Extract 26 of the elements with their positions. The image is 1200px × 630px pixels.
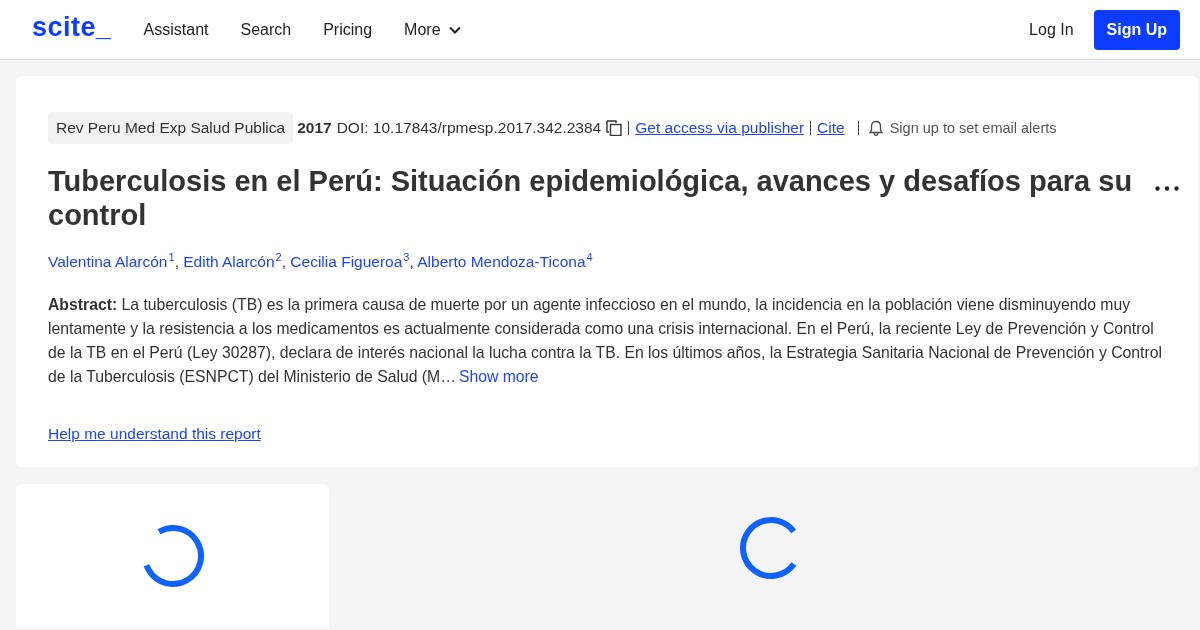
more-menu-button[interactable]: More [404, 20, 461, 39]
journal-name-tag: Rev Peru Med Exp Salud Publica [48, 112, 294, 144]
author-link[interactable]: Alberto Mendoza-Ticona$^{4}$ [417, 253, 593, 271]
author-link[interactable]: Valentina Alarcón$^{1}$ [48, 253, 175, 271]
abstract-text: Abstract: La tuberculosis (TB) es la primera causa de muerte por un agente infeccioso en el mundo, la incidencia en la población viene disminuyendo muy lentamente y la resistencia a los medicamentos es actualmente considerada como una crisis internacional. En el Perú, la reciente Ley de Prevención y Control de la TB en el Perú (Ley 30287), declara de interés nacional la lucha contra la TB. En los últimos años, la Estrategia Sanitaria Nacional de Prevención y Control de la Tuberculosis (ESNPCT) del Ministerio de Salud (M… Show more [48, 295, 1163, 388]
chevron-down-icon [448, 25, 461, 34]
author-link[interactable]: Edith Alarcón$^{2}$ [183, 253, 282, 271]
nav-link[interactable]: Pricing [323, 20, 373, 39]
author-list: Valentina Alarcón$^{1}$, Edith Alarcón$^{2}$, Cecilia Figueroa$^{3}$, Alberto Mendoza-Ticona$^{4}$ [48, 251, 1171, 272]
report-title: Tuberculosis en el Perú: Situación epidemiológica, avances y desafíos para su control [48, 164, 1134, 232]
author-link[interactable]: Cecilia Figueroa$^{3}$ [290, 253, 410, 271]
cite-link[interactable]: Cite [817, 119, 845, 137]
nav-link[interactable]: Search [240, 20, 292, 39]
help-link[interactable]: Help me understand this report [48, 425, 261, 444]
doi-text: DOI: 10.17843/rpmesp.2017.342.2384 [336, 119, 602, 137]
sign-up-button[interactable]: Sign Up [1093, 9, 1180, 50]
nav-link[interactable]: Assistant [143, 20, 209, 39]
bell-icon [868, 120, 883, 136]
publication-year: 2017 [297, 119, 332, 137]
show-more-link[interactable]: Show more [458, 368, 539, 386]
publisher-access-link[interactable]: Get access via publisher [635, 119, 805, 137]
more-options-icon[interactable] [1155, 186, 1179, 191]
email-alerts-link[interactable]: Sign up to set email alerts [889, 120, 1057, 136]
log-in-link[interactable]: Log In [1029, 20, 1074, 39]
copy-icon[interactable] [606, 120, 623, 136]
logo[interactable]: scite_ [32, 12, 112, 43]
